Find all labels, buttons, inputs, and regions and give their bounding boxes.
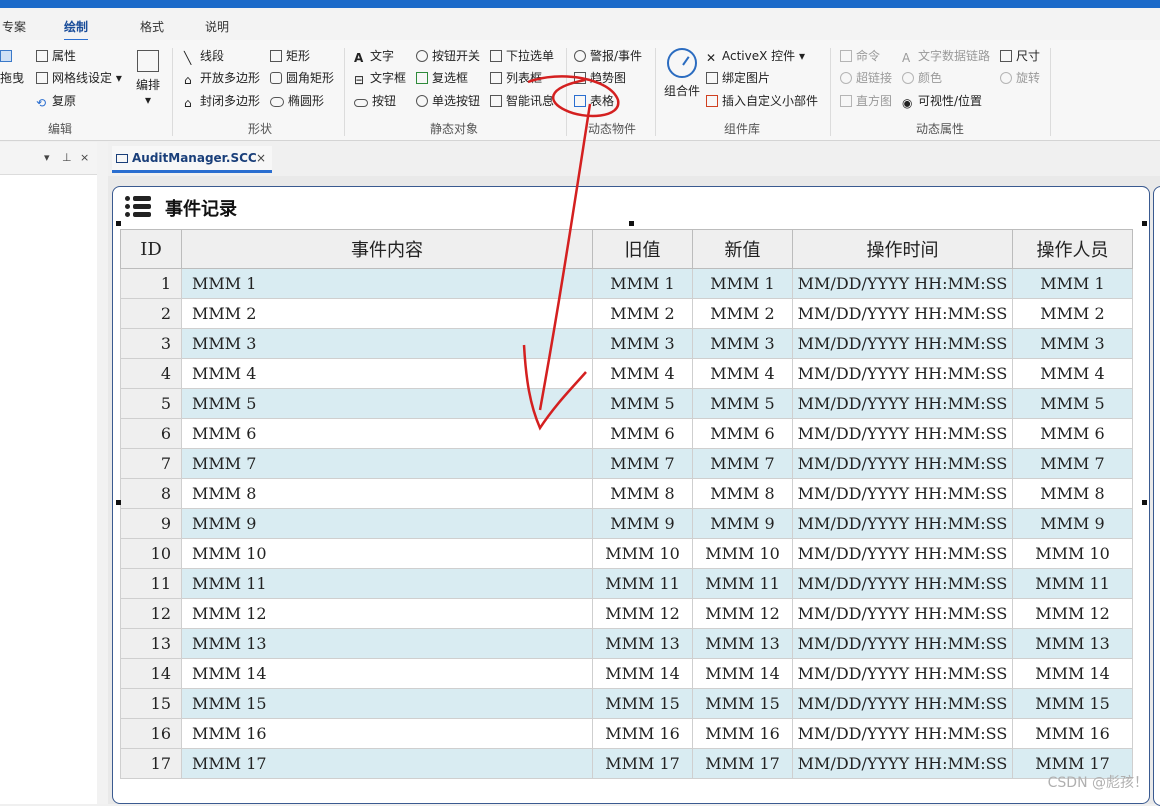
annotation-line	[538, 103, 592, 411]
annotation-arrow	[522, 75, 620, 431]
watermark: CSDN @彪孩！	[1047, 775, 1148, 791]
annotation-arrowhead	[522, 344, 587, 431]
annotation-circle	[527, 75, 620, 118]
